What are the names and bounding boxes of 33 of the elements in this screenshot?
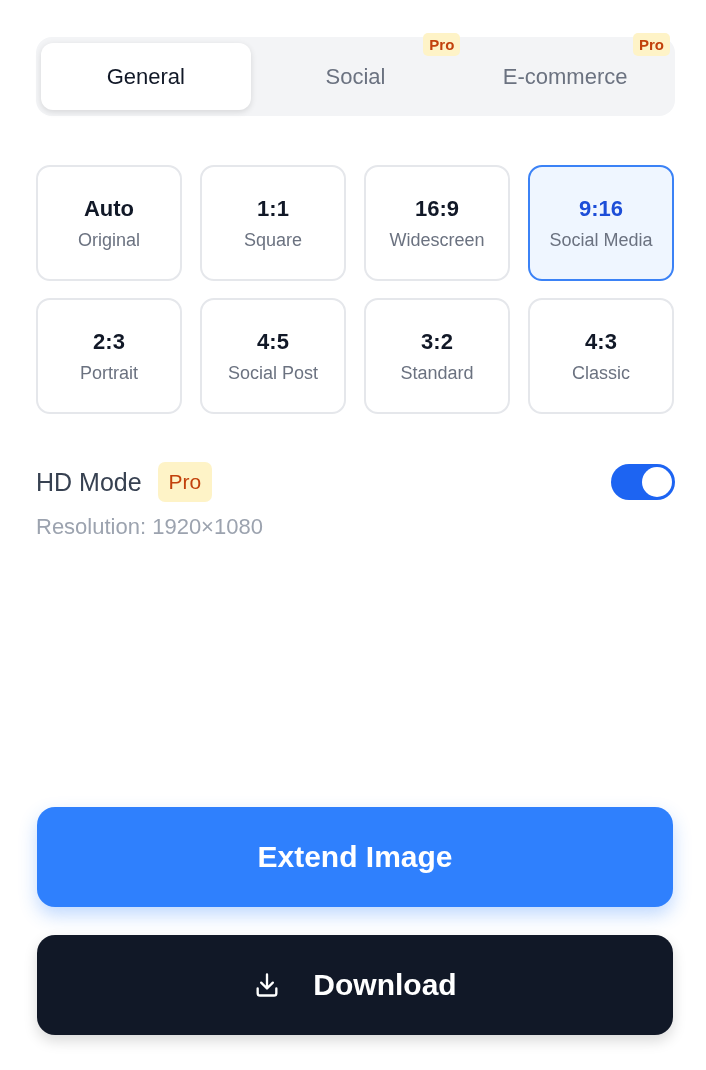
pro-badge: Pro [157,462,213,502]
download-button[interactable]: Download [37,935,673,1035]
ratio-value: Auto [83,195,135,222]
ratio-option[interactable]: 16:9 Widescreen [364,165,510,281]
ratio-option[interactable]: 4:5 Social Post [200,298,346,414]
hd-mode-label: HD Mode [36,467,142,497]
ratio-name: Widescreen [389,229,485,251]
ratio-name: Original [78,229,140,251]
ratio-name: Standard [400,362,474,384]
ratio-option[interactable]: Auto Original [36,165,182,281]
resolution-text: Resolution: 1920×1080 [36,514,264,540]
ratio-option[interactable]: 4:3 Classic [528,298,674,414]
hd-mode-toggle[interactable] [611,464,675,500]
ratio-value: 4:5 [257,328,289,355]
ratio-name: Portrait [80,362,138,384]
extend-image-button[interactable]: Extend Image [37,807,673,907]
ratio-value: 3:2 [421,328,453,355]
ratio-value: 1:1 [257,195,289,222]
ratio-option[interactable]: 3:2 Standard [364,298,510,414]
ratio-name: Classic [572,362,630,384]
ratio-name: Social Media [549,229,653,251]
ratio-value: 9:16 [578,195,623,222]
ratio-value: 16:9 [414,195,459,222]
ratio-option[interactable]: 1:1 Square [200,165,346,281]
pro-badge: Pro [633,33,670,56]
ratio-value: 4:3 [585,328,617,355]
ratio-option[interactable]: 9:16 Social Media [528,165,674,281]
tab[interactable]: General [41,43,251,110]
ratio-name: Square [243,229,302,251]
ratio-option[interactable]: 2:3 Portrait [36,298,182,414]
ratio-value: 2:3 [93,328,125,355]
pro-badge: Pro [423,33,461,56]
ratio-name: Social Post [227,362,318,384]
